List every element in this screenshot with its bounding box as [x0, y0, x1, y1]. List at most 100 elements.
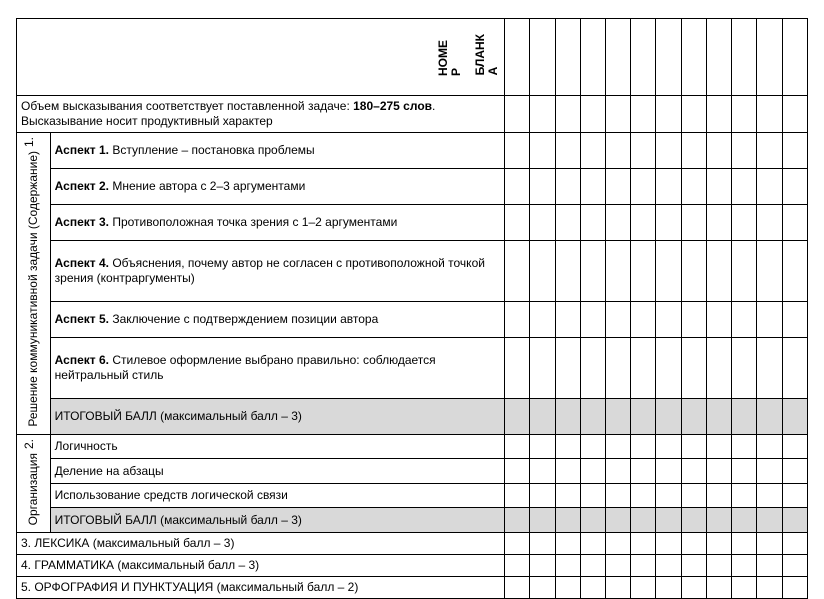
score-cell[interactable] — [706, 508, 731, 533]
score-cell[interactable] — [732, 169, 757, 205]
score-cell[interactable] — [757, 459, 782, 484]
score-cell[interactable] — [782, 434, 807, 459]
score-cell[interactable] — [757, 205, 782, 241]
score-cell[interactable] — [606, 577, 631, 599]
score-cell[interactable] — [580, 577, 605, 599]
score-cell[interactable] — [656, 508, 681, 533]
score-cell[interactable] — [631, 398, 656, 434]
score-cell[interactable] — [757, 169, 782, 205]
score-cell[interactable] — [732, 555, 757, 577]
score-cell[interactable] — [706, 241, 731, 302]
score-cell[interactable] — [782, 205, 807, 241]
score-cell[interactable] — [732, 434, 757, 459]
score-cell[interactable] — [681, 577, 706, 599]
score-cell[interactable] — [606, 434, 631, 459]
score-cell[interactable] — [706, 555, 731, 577]
score-cell[interactable] — [555, 133, 580, 169]
score-cell[interactable] — [580, 241, 605, 302]
score-cell[interactable] — [656, 133, 681, 169]
score-cell[interactable] — [555, 337, 580, 398]
score-cell[interactable] — [656, 96, 681, 133]
score-cell[interactable] — [580, 434, 605, 459]
score-cell[interactable] — [631, 205, 656, 241]
score-cell[interactable] — [782, 508, 807, 533]
score-cell[interactable] — [757, 133, 782, 169]
score-cell[interactable] — [782, 398, 807, 434]
score-cell[interactable] — [732, 133, 757, 169]
score-cell[interactable] — [530, 205, 555, 241]
score-cell[interactable] — [706, 169, 731, 205]
score-cell[interactable] — [656, 337, 681, 398]
score-cell[interactable] — [555, 508, 580, 533]
score-cell[interactable] — [631, 301, 656, 337]
score-cell[interactable] — [656, 577, 681, 599]
score-cell[interactable] — [631, 241, 656, 302]
score-cell[interactable] — [530, 133, 555, 169]
score-cell[interactable] — [631, 96, 656, 133]
score-cell[interactable] — [732, 398, 757, 434]
score-cell[interactable] — [530, 555, 555, 577]
score-cell[interactable] — [606, 555, 631, 577]
score-cell[interactable] — [656, 434, 681, 459]
score-cell[interactable] — [706, 133, 731, 169]
score-cell[interactable] — [631, 555, 656, 577]
score-cell[interactable] — [530, 96, 555, 133]
score-cell[interactable] — [706, 434, 731, 459]
score-cell[interactable] — [757, 241, 782, 302]
score-cell[interactable] — [656, 169, 681, 205]
score-cell[interactable] — [732, 459, 757, 484]
score-cell[interactable] — [782, 533, 807, 555]
score-cell[interactable] — [606, 301, 631, 337]
score-cell[interactable] — [782, 133, 807, 169]
score-cell[interactable] — [530, 169, 555, 205]
score-cell[interactable] — [706, 337, 731, 398]
score-cell[interactable] — [530, 533, 555, 555]
score-cell[interactable] — [782, 169, 807, 205]
score-cell[interactable] — [706, 483, 731, 508]
score-cell[interactable] — [681, 133, 706, 169]
score-cell[interactable] — [631, 508, 656, 533]
score-cell[interactable] — [530, 337, 555, 398]
score-cell[interactable] — [681, 483, 706, 508]
score-cell[interactable] — [530, 241, 555, 302]
score-cell[interactable] — [681, 337, 706, 398]
score-cell[interactable] — [706, 533, 731, 555]
score-cell[interactable] — [606, 483, 631, 508]
score-cell[interactable] — [505, 205, 530, 241]
score-cell[interactable] — [580, 555, 605, 577]
score-cell[interactable] — [681, 398, 706, 434]
score-cell[interactable] — [505, 483, 530, 508]
score-cell[interactable] — [555, 169, 580, 205]
score-cell[interactable] — [580, 337, 605, 398]
score-cell[interactable] — [757, 577, 782, 599]
score-cell[interactable] — [732, 533, 757, 555]
score-cell[interactable] — [606, 133, 631, 169]
score-cell[interactable] — [505, 169, 530, 205]
score-cell[interactable] — [606, 241, 631, 302]
score-cell[interactable] — [656, 398, 681, 434]
score-cell[interactable] — [656, 241, 681, 302]
score-cell[interactable] — [555, 434, 580, 459]
score-cell[interactable] — [706, 459, 731, 484]
score-cell[interactable] — [606, 205, 631, 241]
score-cell[interactable] — [555, 241, 580, 302]
score-cell[interactable] — [656, 459, 681, 484]
score-cell[interactable] — [580, 96, 605, 133]
score-cell[interactable] — [757, 483, 782, 508]
score-cell[interactable] — [555, 398, 580, 434]
score-cell[interactable] — [631, 133, 656, 169]
score-cell[interactable] — [681, 508, 706, 533]
score-cell[interactable] — [505, 577, 530, 599]
score-cell[interactable] — [681, 555, 706, 577]
score-cell[interactable] — [782, 96, 807, 133]
score-cell[interactable] — [757, 434, 782, 459]
score-cell[interactable] — [555, 555, 580, 577]
score-cell[interactable] — [782, 301, 807, 337]
score-cell[interactable] — [681, 533, 706, 555]
score-cell[interactable] — [505, 434, 530, 459]
score-cell[interactable] — [706, 577, 731, 599]
score-cell[interactable] — [782, 337, 807, 398]
score-cell[interactable] — [505, 533, 530, 555]
score-cell[interactable] — [656, 483, 681, 508]
score-cell[interactable] — [757, 96, 782, 133]
